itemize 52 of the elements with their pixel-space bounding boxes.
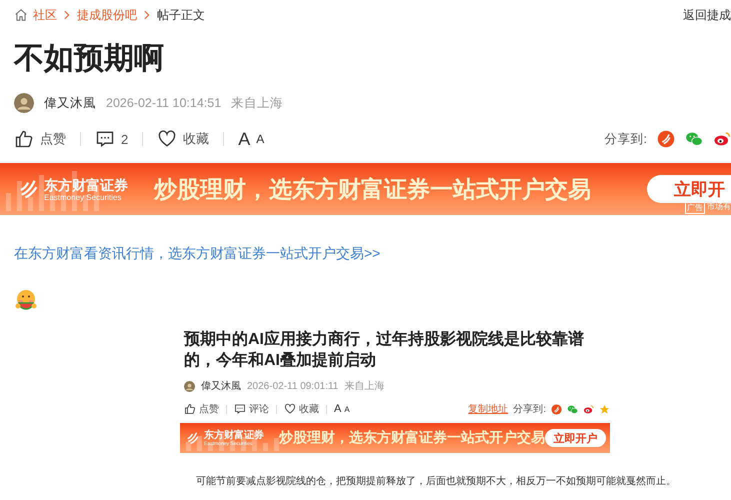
flame-logo-icon	[18, 178, 40, 200]
back-link[interactable]: 返回捷成	[683, 6, 731, 24]
post-time: 2026-02-11 09:01:11	[247, 380, 338, 392]
post-body: 可能节前要减点影视院线的仓，把预期提前释放了，后面也就预期不大，相反万一不如预期可能就戛然而止。	[196, 474, 676, 488]
font-size-button[interactable]: A A	[238, 128, 264, 150]
wechat-icon	[567, 404, 578, 414]
ad-tag: 广告	[685, 201, 705, 214]
post-time: 2026-02-11 10:14:51	[106, 96, 222, 110]
share-label: 分享到:	[513, 402, 546, 416]
thumbs-up-icon	[14, 129, 34, 149]
ad-banner[interactable]: 东方财富证券 Eastmoney Securities 炒股理财，选东方财富证券一站式开户交易 立即开 广告 市场有	[0, 163, 731, 215]
open-account-button[interactable]: 立即开户	[544, 429, 606, 447]
author-name: 偉又沐風	[201, 380, 241, 393]
comment-icon	[95, 129, 115, 149]
weibo-icon	[583, 404, 594, 414]
comment-button[interactable]: 评论	[234, 402, 269, 416]
avatar	[184, 380, 195, 392]
eastmoney-share-icon	[551, 404, 562, 414]
brand-name: 东方财富证券	[204, 430, 264, 440]
comment-button[interactable]: 2	[95, 129, 128, 149]
heart-icon	[157, 129, 178, 149]
brand-subtitle: Eastmoney Securities	[44, 192, 122, 202]
home-icon	[14, 8, 28, 22]
breadcrumb-current: 帖子正文	[157, 6, 205, 24]
promo-link[interactable]: 在东方财富看资讯行情，选东方财富证券一站式开户交易>>	[14, 245, 731, 263]
ad-disclaimer: 市场有	[707, 201, 731, 213]
thumbs-up-icon	[184, 403, 196, 415]
avatar	[14, 93, 34, 113]
eastmoney-share-icon[interactable]	[657, 130, 675, 148]
favorite-button[interactable]: 收藏	[157, 129, 210, 149]
post-location: 来自上海	[344, 380, 384, 393]
post-title: 预期中的AI应用接力商行，过年持股影视院线是比较靠谱的，今年和AI叠加提前启动	[182, 329, 585, 371]
ad-slogan: 炒股理财，选东方财富证券一站式开户交易	[154, 174, 591, 204]
open-account-button[interactable]: 立即开	[647, 175, 731, 203]
brand-name: 东方财富证券	[44, 176, 128, 192]
comment-icon	[234, 403, 246, 415]
heart-icon	[284, 403, 296, 415]
ad-slogan: 炒股理财，选东方财富证券一站式开户交易	[278, 429, 545, 447]
chevron-right-icon	[62, 9, 72, 21]
flame-logo-icon	[186, 431, 200, 445]
weibo-icon[interactable]	[713, 130, 731, 148]
favorite-button[interactable]: 收藏	[284, 402, 319, 416]
share-label: 分享到:	[604, 130, 647, 148]
post-title: 不如预期啊	[14, 41, 165, 77]
post-location: 来自上海	[231, 94, 284, 112]
like-button[interactable]: 点赞	[184, 402, 219, 416]
wechat-icon[interactable]	[685, 130, 703, 148]
star-icon	[599, 404, 610, 414]
font-size-button[interactable]: A A	[334, 403, 350, 415]
like-button[interactable]: 点赞	[14, 129, 66, 149]
author-name[interactable]: 偉又沐風	[44, 94, 96, 112]
chevron-right-icon	[142, 9, 152, 21]
